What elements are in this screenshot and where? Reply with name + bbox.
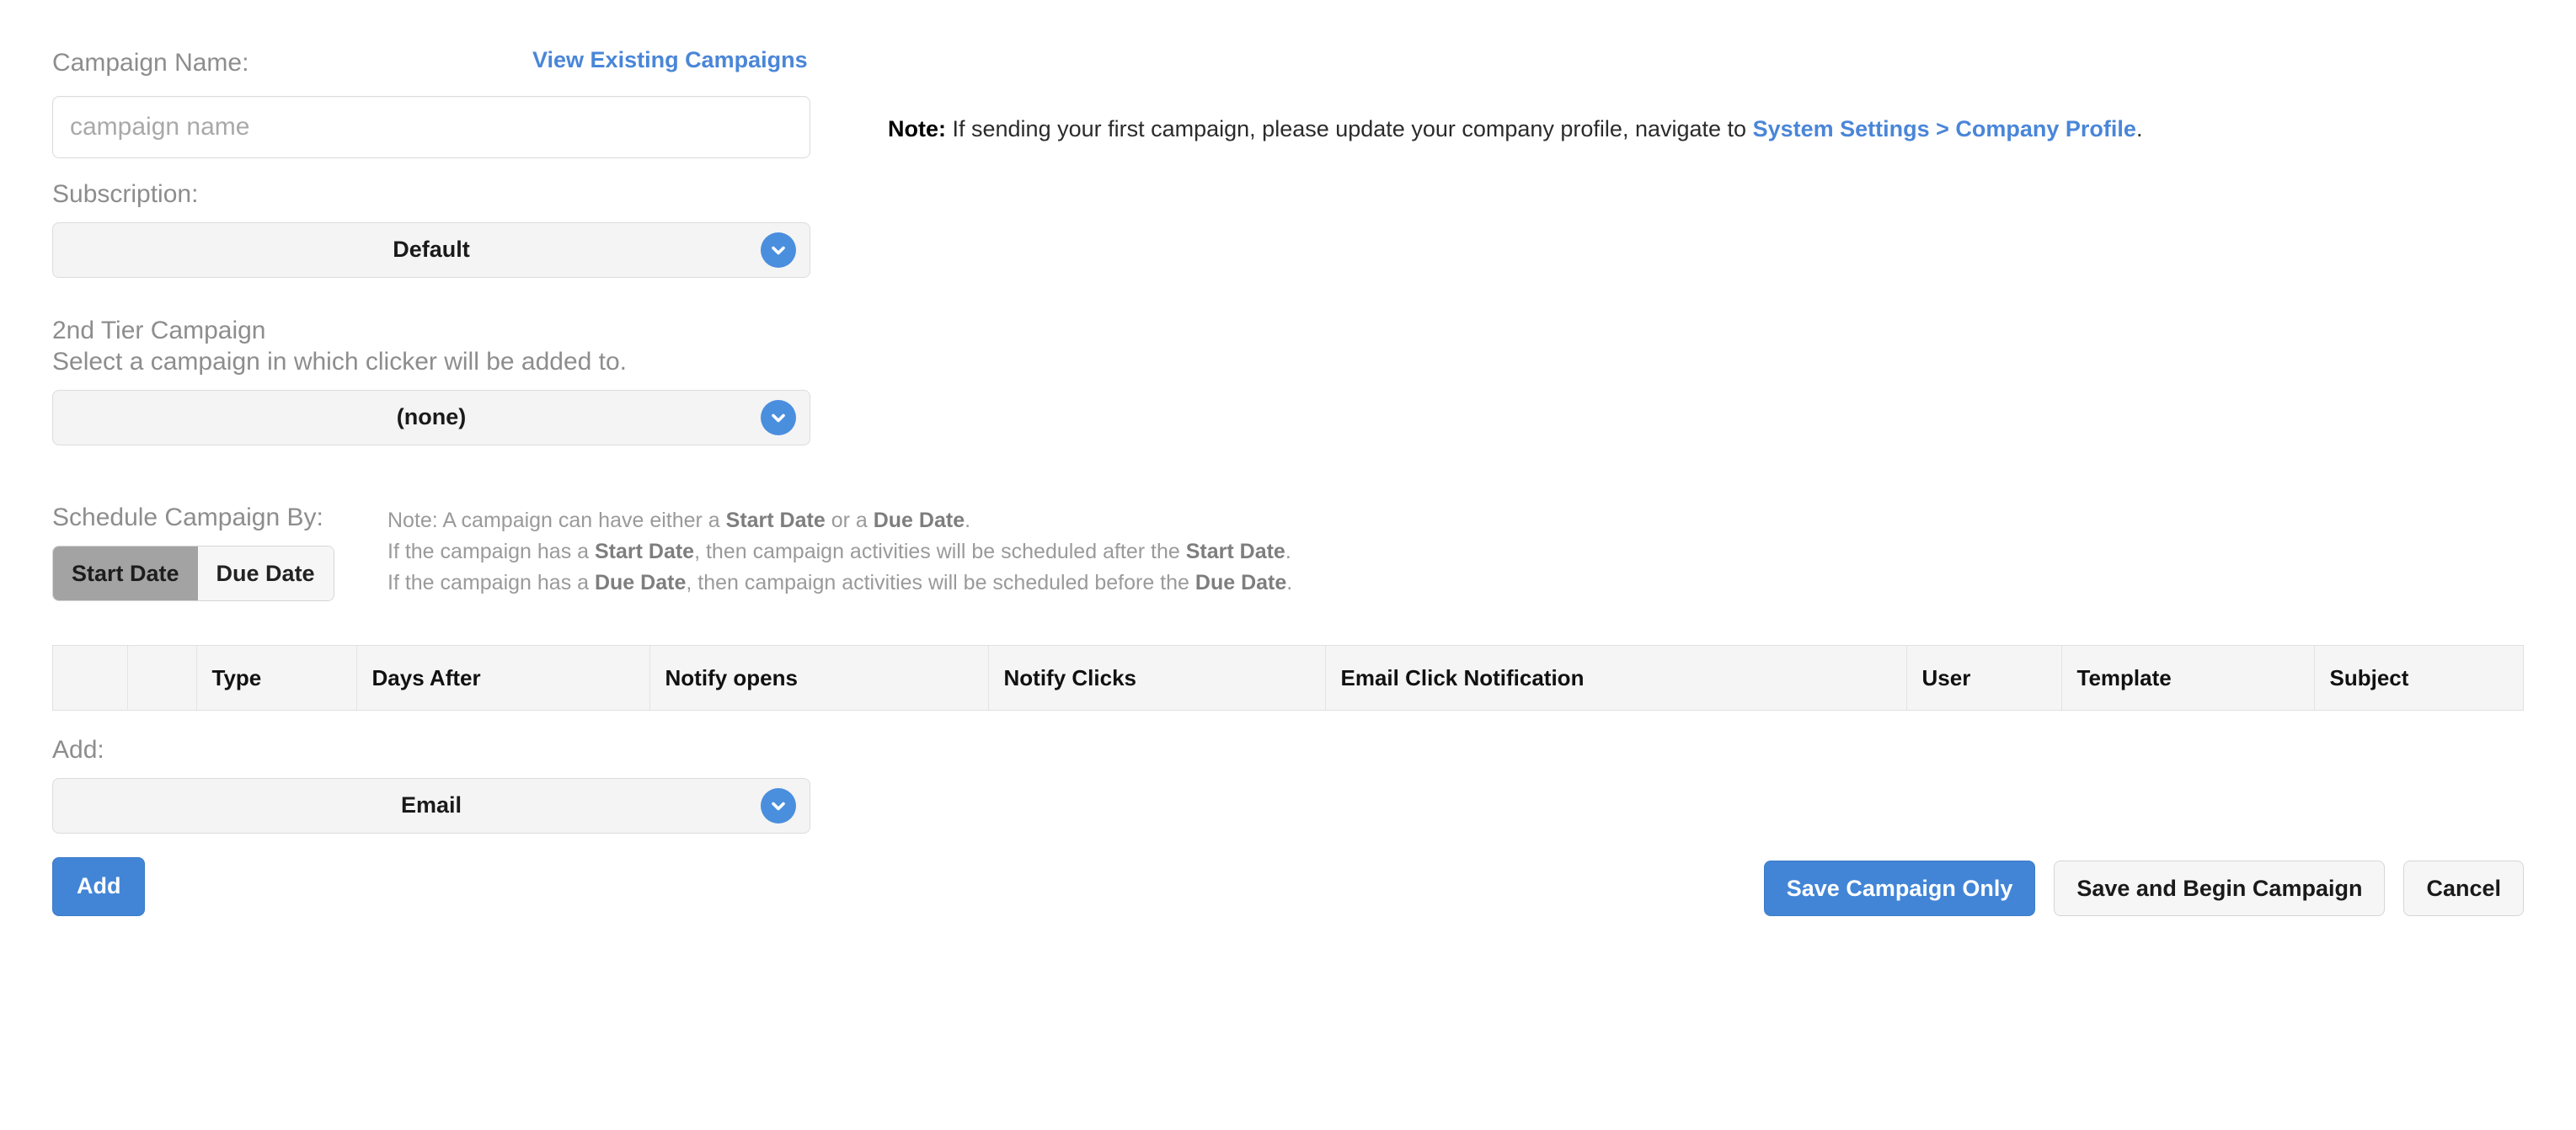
schedule-campaign-block: Schedule Campaign By: Start Date Due Dat… bbox=[52, 502, 334, 601]
second-tier-campaign-description: Select a campaign in which clicker will … bbox=[52, 348, 628, 376]
note-text-after-link: . bbox=[2135, 116, 2143, 141]
schedule-note-1e: . bbox=[965, 509, 971, 532]
schedule-note-1c: or a bbox=[825, 509, 874, 532]
second-tier-campaign-select[interactable]: (none) bbox=[52, 389, 810, 445]
schedule-note-2c: , then campaign activities will be sched… bbox=[694, 540, 1186, 563]
add-activity-block: Add: Email Add bbox=[52, 734, 810, 916]
schedule-note-1d: Due Date bbox=[873, 509, 965, 532]
company-profile-note: Note: If sending your first campaign, pl… bbox=[888, 116, 2142, 142]
campaign-name-input[interactable] bbox=[52, 96, 810, 158]
table-header-template: Template bbox=[2061, 646, 2315, 710]
system-settings-company-profile-link[interactable]: System Settings > Company Profile bbox=[1753, 116, 2136, 141]
schedule-note-line-2: If the campaign has a Start Date, then c… bbox=[387, 536, 1292, 568]
campaign-activities-table: Type Days After Notify opens Notify Clic… bbox=[52, 645, 2524, 711]
schedule-note-3a: If the campaign has a bbox=[387, 571, 595, 594]
table-header-row: Type Days After Notify opens Notify Clic… bbox=[53, 646, 2523, 710]
schedule-note-3b: Due Date bbox=[594, 571, 687, 594]
table-header-blank-1 bbox=[53, 646, 128, 710]
schedule-note-2d: Start Date bbox=[1185, 540, 1285, 563]
schedule-start-date-toggle[interactable]: Start Date bbox=[53, 546, 198, 600]
chevron-down-icon bbox=[761, 787, 796, 824]
table-header-user: User bbox=[1906, 646, 2062, 710]
schedule-due-date-toggle[interactable]: Due Date bbox=[197, 546, 334, 600]
schedule-note-line-1: Note: A campaign can have either a Start… bbox=[387, 505, 1292, 536]
subscription-label: Subscription: bbox=[52, 180, 199, 208]
table-header-email-click-notification: Email Click Notification bbox=[1325, 646, 1907, 710]
view-existing-campaigns-link[interactable]: View Existing Campaigns bbox=[532, 47, 808, 73]
schedule-help-note: Note: A campaign can have either a Start… bbox=[387, 505, 1292, 599]
chevron-down-icon bbox=[761, 232, 796, 268]
note-text-before-link: If sending your first campaign, please u… bbox=[946, 116, 1753, 141]
subscription-select-value: Default bbox=[393, 237, 470, 262]
campaign-name-label: Campaign Name: bbox=[52, 49, 249, 77]
chevron-down-icon bbox=[761, 399, 796, 435]
subscription-select[interactable]: Default bbox=[52, 221, 810, 278]
schedule-note-line-3: If the campaign has a Due Date, then cam… bbox=[387, 568, 1292, 599]
table-header-type: Type bbox=[196, 646, 357, 710]
campaign-form-left-column: Campaign Name: View Existing Campaigns S… bbox=[52, 47, 810, 445]
footer-button-group: Save Campaign Only Save and Begin Campai… bbox=[1763, 861, 2524, 916]
table-header-days-after: Days After bbox=[356, 646, 650, 710]
schedule-note-1a: Note: A campaign can have either a bbox=[387, 509, 726, 532]
schedule-note-2a: If the campaign has a bbox=[387, 540, 595, 563]
schedule-note-2e: . bbox=[1285, 540, 1291, 563]
campaign-name-header-row: Campaign Name: View Existing Campaigns bbox=[52, 47, 810, 83]
add-type-select[interactable]: Email bbox=[52, 777, 810, 834]
campaign-setup-page: Campaign Name: View Existing Campaigns S… bbox=[0, 0, 2576, 1130]
save-and-begin-campaign-button[interactable]: Save and Begin Campaign bbox=[2054, 861, 2386, 916]
table-header-notify-clicks: Notify Clicks bbox=[988, 646, 1326, 710]
schedule-campaign-by-label: Schedule Campaign By: bbox=[52, 504, 323, 531]
add-label: Add: bbox=[52, 736, 104, 764]
schedule-note-3d: Due Date bbox=[1194, 571, 1287, 594]
note-prefix: Note: bbox=[888, 116, 946, 141]
schedule-note-3e: . bbox=[1286, 571, 1293, 594]
schedule-note-3c: , then campaign activities will be sched… bbox=[686, 571, 1195, 594]
second-tier-campaign-label: 2nd Tier Campaign bbox=[52, 316, 266, 344]
add-type-select-value: Email bbox=[400, 792, 462, 818]
save-campaign-only-button[interactable]: Save Campaign Only bbox=[1763, 861, 2036, 916]
table-header-notify-opens: Notify opens bbox=[649, 646, 989, 710]
schedule-mode-toggle-group: Start Date Due Date bbox=[52, 545, 334, 601]
add-button[interactable]: Add bbox=[52, 856, 146, 916]
table-header-blank-2 bbox=[127, 646, 197, 710]
table-header-subject: Subject bbox=[2314, 646, 2523, 710]
schedule-note-2b: Start Date bbox=[594, 540, 695, 563]
second-tier-campaign-select-value: (none) bbox=[396, 404, 467, 429]
schedule-note-1b: Start Date bbox=[725, 509, 826, 532]
cancel-button[interactable]: Cancel bbox=[2403, 861, 2524, 916]
